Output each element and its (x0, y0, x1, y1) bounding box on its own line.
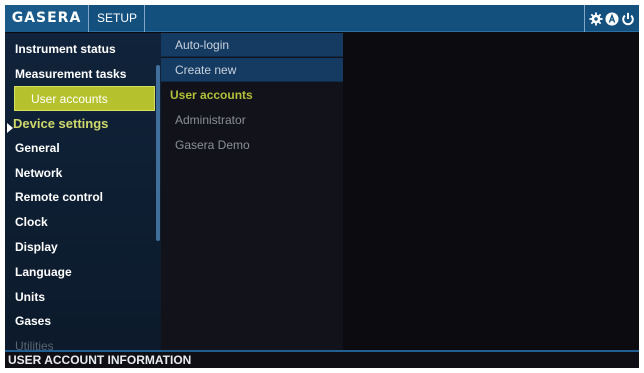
create-new-button[interactable]: Create new (161, 58, 343, 82)
menu-item-gases[interactable]: Gases (5, 309, 157, 334)
account-gasera-demo[interactable]: Gasera Demo (161, 133, 343, 157)
tab-setup[interactable]: SETUP (90, 5, 145, 32)
user-a-icon[interactable] (605, 11, 619, 26)
menu-item-measurement-tasks[interactable]: Measurement tasks (5, 62, 157, 87)
menu-item-language[interactable]: Language (5, 260, 157, 285)
account-administrator[interactable]: Administrator (161, 108, 343, 132)
auto-login-button[interactable]: Auto-login (161, 33, 343, 57)
power-icon[interactable] (621, 12, 635, 26)
menu-item-display[interactable]: Display (5, 235, 157, 260)
user-accounts-heading: User accounts (170, 88, 253, 102)
settings-menu: Instrument status Measurement tasks User… (5, 33, 161, 353)
menu-item-network[interactable]: Network (5, 161, 157, 186)
menu-item-units[interactable]: Units (5, 285, 157, 310)
gear-icon[interactable] (589, 11, 603, 26)
top-bar: GASERA SETUP (5, 5, 639, 32)
user-accounts-panel: Auto-login Create new User accounts Admi… (161, 33, 343, 350)
menu-item-instrument-status[interactable]: Instrument status (5, 37, 157, 62)
top-icons (584, 5, 639, 32)
info-bar: USER ACCOUNT INFORMATION (5, 350, 639, 368)
menu-item-clock[interactable]: Clock (5, 210, 157, 235)
menu-item-user-accounts[interactable]: User accounts (14, 86, 155, 111)
menu-item-general[interactable]: General (5, 136, 157, 161)
gasera-logo: GASERA (5, 5, 89, 32)
menu-item-remote-control[interactable]: Remote control (5, 185, 157, 210)
menu-section-device-settings: Device settings (13, 116, 109, 131)
menu-scrollbar[interactable] (156, 65, 160, 241)
gasera-screen: GASERA SETUP Instrument status Measureme… (5, 5, 639, 368)
